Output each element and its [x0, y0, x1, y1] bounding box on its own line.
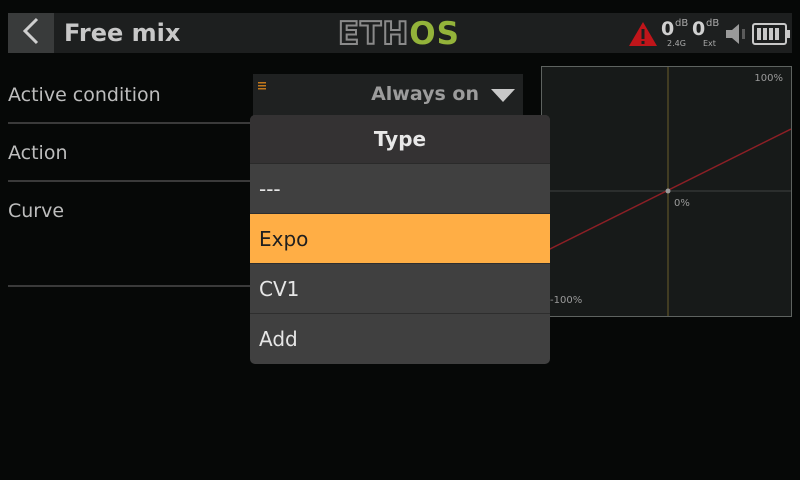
rssi-24g-unit: dB [675, 18, 689, 29]
warning-icon[interactable] [628, 20, 658, 52]
option-cv1[interactable]: CV1 [250, 264, 550, 314]
chevron-down-icon [489, 86, 517, 108]
type-popup: Type --- Expo CV1 Add [250, 115, 550, 364]
page-title: Free mix [64, 19, 181, 47]
logo-right: OS [409, 16, 460, 52]
curve-plot [542, 67, 791, 316]
header-bar: Free mix ETHOS 0 dB 2.4G 0 dB Ext [8, 13, 792, 53]
divider [8, 122, 258, 124]
curve-max-label: 100% [754, 73, 783, 84]
active-condition-label: Active condition [8, 84, 161, 106]
active-condition-value: Always on [371, 83, 479, 105]
action-label: Action [8, 142, 68, 164]
active-condition-dropdown[interactable]: Always on [253, 74, 523, 118]
status-area: 0 dB 2.4G 0 dB Ext [620, 13, 792, 53]
curve-label: Curve [8, 200, 65, 222]
option-add[interactable]: Add [250, 314, 550, 364]
logo-left: ETH [337, 15, 410, 53]
curve-center-point [665, 188, 671, 194]
option-expo[interactable]: Expo [250, 214, 550, 264]
curve-graph: 100% 0% -100% [541, 66, 792, 317]
divider [8, 180, 258, 182]
curve-min-label: -100% [550, 295, 583, 306]
chevron-left-icon [21, 16, 41, 50]
screen: Free mix ETHOS 0 dB 2.4G 0 dB Ext Active… [0, 0, 800, 480]
curve-center-label: 0% [674, 198, 690, 209]
rssi-24g-label: 2.4G [667, 39, 686, 48]
rssi-ext-unit: dB [706, 18, 720, 29]
rssi-ext-value: 0 [692, 18, 706, 40]
battery-icon [752, 22, 792, 50]
option-none[interactable]: --- [250, 164, 550, 214]
popup-title: Type [250, 115, 550, 164]
ethos-logo: ETHOS [337, 15, 460, 53]
speaker-icon[interactable] [724, 21, 750, 51]
rssi-ext-label: Ext [703, 39, 716, 48]
back-button[interactable] [8, 13, 54, 53]
divider [8, 285, 258, 287]
rssi-24g-value: 0 [661, 18, 675, 40]
menu-icon [256, 76, 268, 95]
